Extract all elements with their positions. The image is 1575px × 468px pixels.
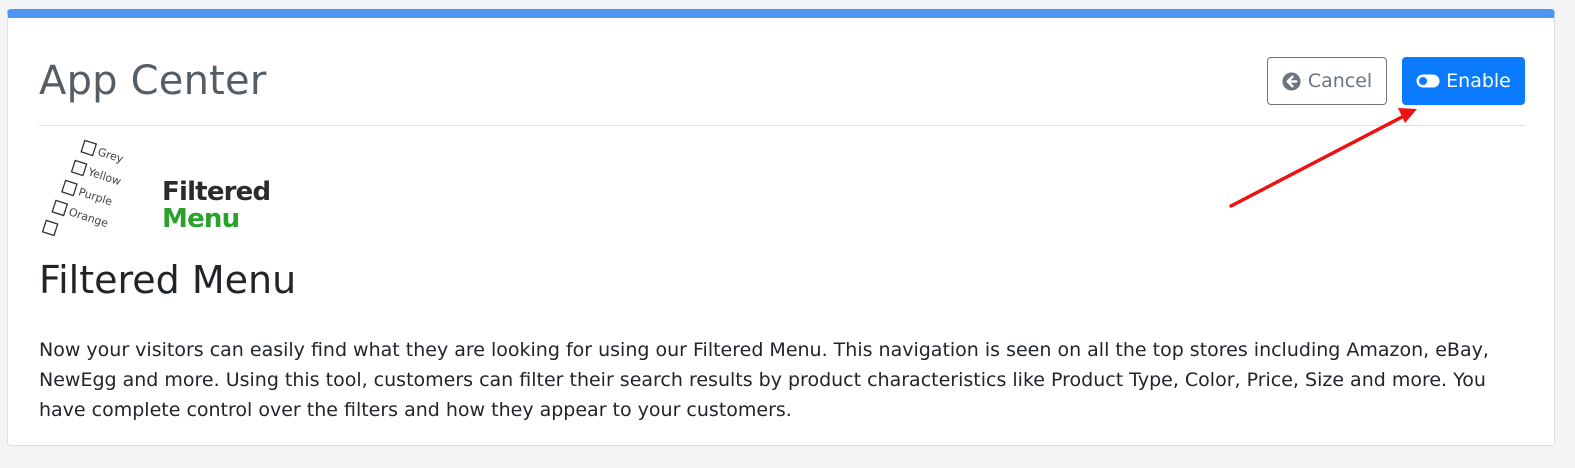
enable-button[interactable]: Enable	[1402, 57, 1525, 105]
logo-word-menu: Menu	[162, 204, 239, 234]
checkbox-label: Yellow	[85, 165, 122, 188]
app-description: Now your visitors can easily find what t…	[39, 339, 1489, 421]
app-card: App Center Cancel Enable Grey Yellow Pur…	[7, 9, 1555, 446]
app-title: Filtered Menu	[39, 258, 297, 302]
app-logo: Grey Yellow Purple Orange Filtered Menu	[39, 136, 279, 237]
checkbox-label: Grey	[96, 145, 125, 166]
page-title: App Center	[39, 58, 267, 104]
page-header: App Center Cancel Enable	[39, 48, 1525, 126]
checkbox-label: Purple	[77, 185, 114, 208]
enable-button-label: Enable	[1446, 70, 1511, 92]
logo-word-filtered: Filtered	[162, 177, 270, 207]
toggle-on-icon	[1416, 71, 1440, 91]
checkbox-list-graphic: Grey Yellow Purple Orange Filtered Menu	[41, 139, 271, 237]
circle-arrow-left-icon	[1282, 71, 1302, 91]
checkbox-label: Orange	[67, 205, 110, 230]
cancel-button[interactable]: Cancel	[1267, 57, 1387, 105]
cancel-button-label: Cancel	[1307, 70, 1373, 92]
